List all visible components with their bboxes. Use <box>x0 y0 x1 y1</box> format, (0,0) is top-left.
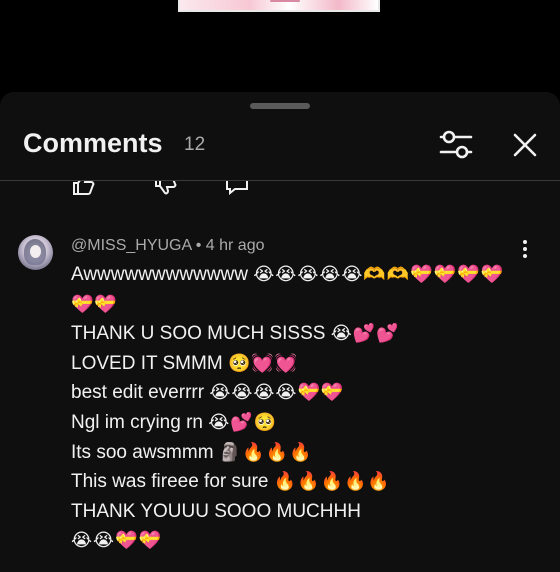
comment-emoji: 😭💕💕 <box>330 323 400 344</box>
thumb-up-icon[interactable] <box>70 181 96 195</box>
reply-icon[interactable] <box>224 181 250 195</box>
comment-more-button[interactable] <box>516 240 534 262</box>
comment-emoji: 😭💕🥺 <box>208 412 278 433</box>
comment-text: best edit everrrr <box>71 382 205 403</box>
thumb-down-icon[interactable] <box>152 181 178 195</box>
comment-time: 4 hr ago <box>205 237 265 254</box>
comment-emoji: 😭😭😭😭😭🫶🫶💝💝💝💝 <box>253 264 504 285</box>
comment-line: THANK YOUUU SOOO MUCHHH <box>71 500 361 524</box>
comment-text: This was fireee for sure <box>71 471 269 492</box>
comments-sheet: Comments 12 @MISS_HYUGA • 4 hr ago Awwww… <box>0 92 560 572</box>
comment-text: THANK YOUUU SOOO MUCHHH <box>71 501 361 522</box>
comment-text: Ngl im crying rn <box>71 412 203 433</box>
sort-filter-button[interactable] <box>436 128 476 162</box>
comment-text: THANK U SOO MUCH SISSS <box>71 323 326 344</box>
more-vert-icon <box>516 240 534 258</box>
comment-emoji: 😭😭😭😭💝💝 <box>209 382 345 403</box>
comment-emoji: 🥺💓💓 <box>227 353 299 374</box>
previous-comment-actions <box>0 181 560 195</box>
comment-text: Awwwwwwwwwwww <box>71 264 248 285</box>
comment-text: Its soo awsmmm <box>71 442 214 463</box>
comment-line: 💝💝 <box>71 293 118 317</box>
comments-title: Comments <box>23 128 163 158</box>
video-thumbnail[interactable] <box>178 0 380 12</box>
comment-line: Awwwwwwwwwwww 😭😭😭😭😭🫶🫶💝💝💝💝 <box>71 263 504 287</box>
comment-line: THANK U SOO MUCH SISSS 😭💕💕 <box>71 322 400 346</box>
drag-handle[interactable] <box>250 103 310 109</box>
comment-line: LOVED IT SMMM 🥺💓💓 <box>71 352 298 376</box>
sliders-icon <box>439 130 473 159</box>
comment-line: Its soo awsmmm 🗿🔥🔥🔥 <box>71 441 312 465</box>
meta-separator: • <box>195 237 206 254</box>
comment-emoji: 😭😭💝💝 <box>71 530 162 551</box>
comment-emoji: 💝💝 <box>71 294 118 315</box>
comment-meta: @MISS_HYUGA • 4 hr ago <box>71 237 265 255</box>
comment-author[interactable]: @MISS_HYUGA <box>71 237 191 254</box>
avatar[interactable] <box>18 235 53 270</box>
comment-emoji: 🗿🔥🔥🔥 <box>218 442 313 463</box>
comment-line: Ngl im crying rn 😭💕🥺 <box>71 411 277 435</box>
comment-emoji: 🔥🔥🔥🔥🔥 <box>273 471 391 492</box>
comments-count: 12 <box>184 134 206 155</box>
comment-line: This was fireee for sure 🔥🔥🔥🔥🔥 <box>71 470 391 494</box>
comment-line: 😭😭💝💝 <box>71 529 162 553</box>
close-button[interactable] <box>508 128 542 162</box>
comment-text: LOVED IT SMMM <box>71 353 223 374</box>
comment-line: best edit everrrr 😭😭😭😭💝💝 <box>71 381 344 405</box>
close-icon <box>513 133 537 157</box>
